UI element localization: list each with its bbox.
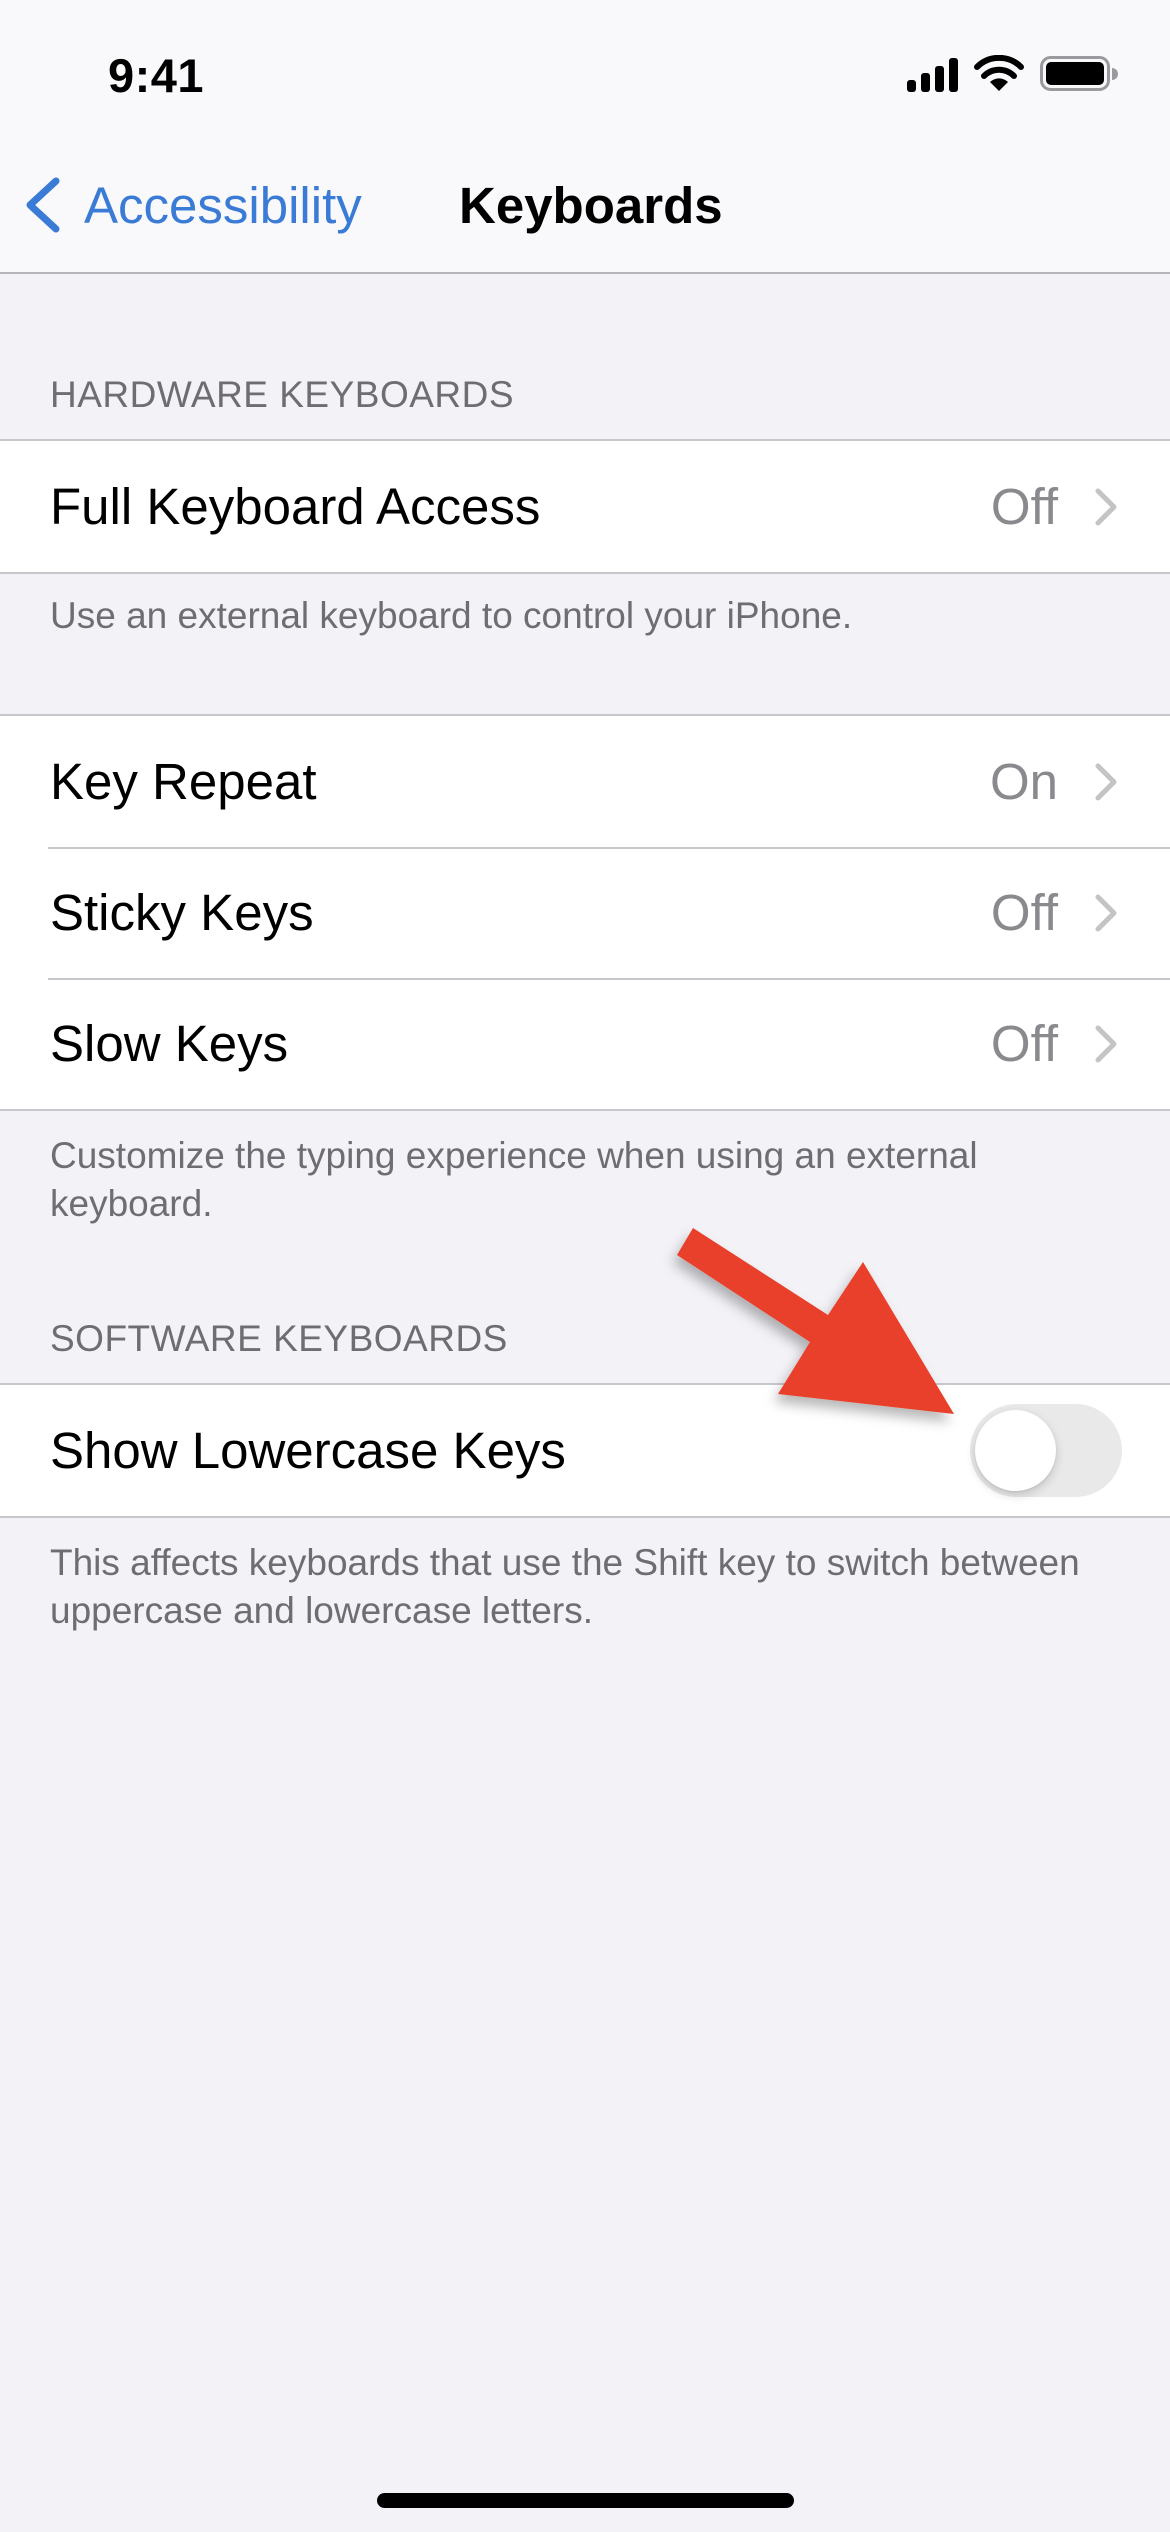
row-show-lowercase-keys: Show Lowercase Keys (0, 1385, 1170, 1516)
section-header-software-keyboards: SOFTWARE KEYBOARDS (50, 1318, 508, 1359)
row-label: Key Repeat (50, 753, 317, 810)
chevron-right-icon (1095, 1025, 1117, 1062)
software-keyboards-group: Show Lowercase Keys (0, 1383, 1170, 1518)
row-slow-keys[interactable]: Slow Keys Off (0, 978, 1170, 1109)
back-button[interactable]: Accessibility (20, 170, 362, 240)
row-value: Off (990, 884, 1058, 941)
row-label: Slow Keys (50, 1015, 289, 1072)
toggle-knob (975, 1410, 1056, 1491)
status-icons (905, 54, 1120, 94)
chevron-right-icon (1095, 763, 1117, 800)
row-sticky-keys[interactable]: Sticky Keys Off (0, 847, 1170, 978)
chevron-right-icon (1095, 488, 1117, 525)
hardware-keyboards-group: Full Keyboard Access Off (0, 439, 1170, 574)
row-key-repeat[interactable]: Key Repeat On (0, 716, 1170, 847)
row-value: Off (990, 478, 1058, 535)
keyboards-settings-screen: 9:41 Accessibility Keyboards HARDWARE KE… (0, 0, 1170, 2532)
section-footer-hardware-keyboards: Use an external keyboard to control your… (50, 595, 853, 636)
page-title: Keyboards (459, 177, 723, 234)
keyboard-options-group: Key Repeat On Sticky Keys Off Slow Keys … (0, 714, 1170, 1111)
section-footer-software-keyboards: This affects keyboards that use the Shif… (50, 1542, 1080, 1631)
section-header-hardware-keyboards: HARDWARE KEYBOARDS (50, 374, 515, 415)
row-value: Off (990, 1015, 1058, 1072)
row-label: Sticky Keys (50, 884, 314, 941)
chevron-right-icon (1095, 894, 1117, 931)
wifi-icon (974, 55, 1024, 91)
row-value: On (989, 753, 1058, 810)
home-indicator[interactable] (377, 2493, 794, 2508)
chevron-left-icon (26, 177, 60, 233)
cellular-signal-icon (907, 58, 958, 92)
back-button-label: Accessibility (84, 176, 362, 234)
navigation-bar: 9:41 Accessibility Keyboards (0, 0, 1170, 274)
status-time: 9:41 (108, 49, 205, 102)
row-label: Full Keyboard Access (50, 478, 541, 535)
show-lowercase-keys-toggle[interactable] (970, 1404, 1122, 1497)
row-full-keyboard-access[interactable]: Full Keyboard Access Off (0, 441, 1170, 572)
section-footer-keyboard-options: Customize the typing experience when usi… (50, 1135, 978, 1224)
battery-icon (1040, 56, 1118, 91)
